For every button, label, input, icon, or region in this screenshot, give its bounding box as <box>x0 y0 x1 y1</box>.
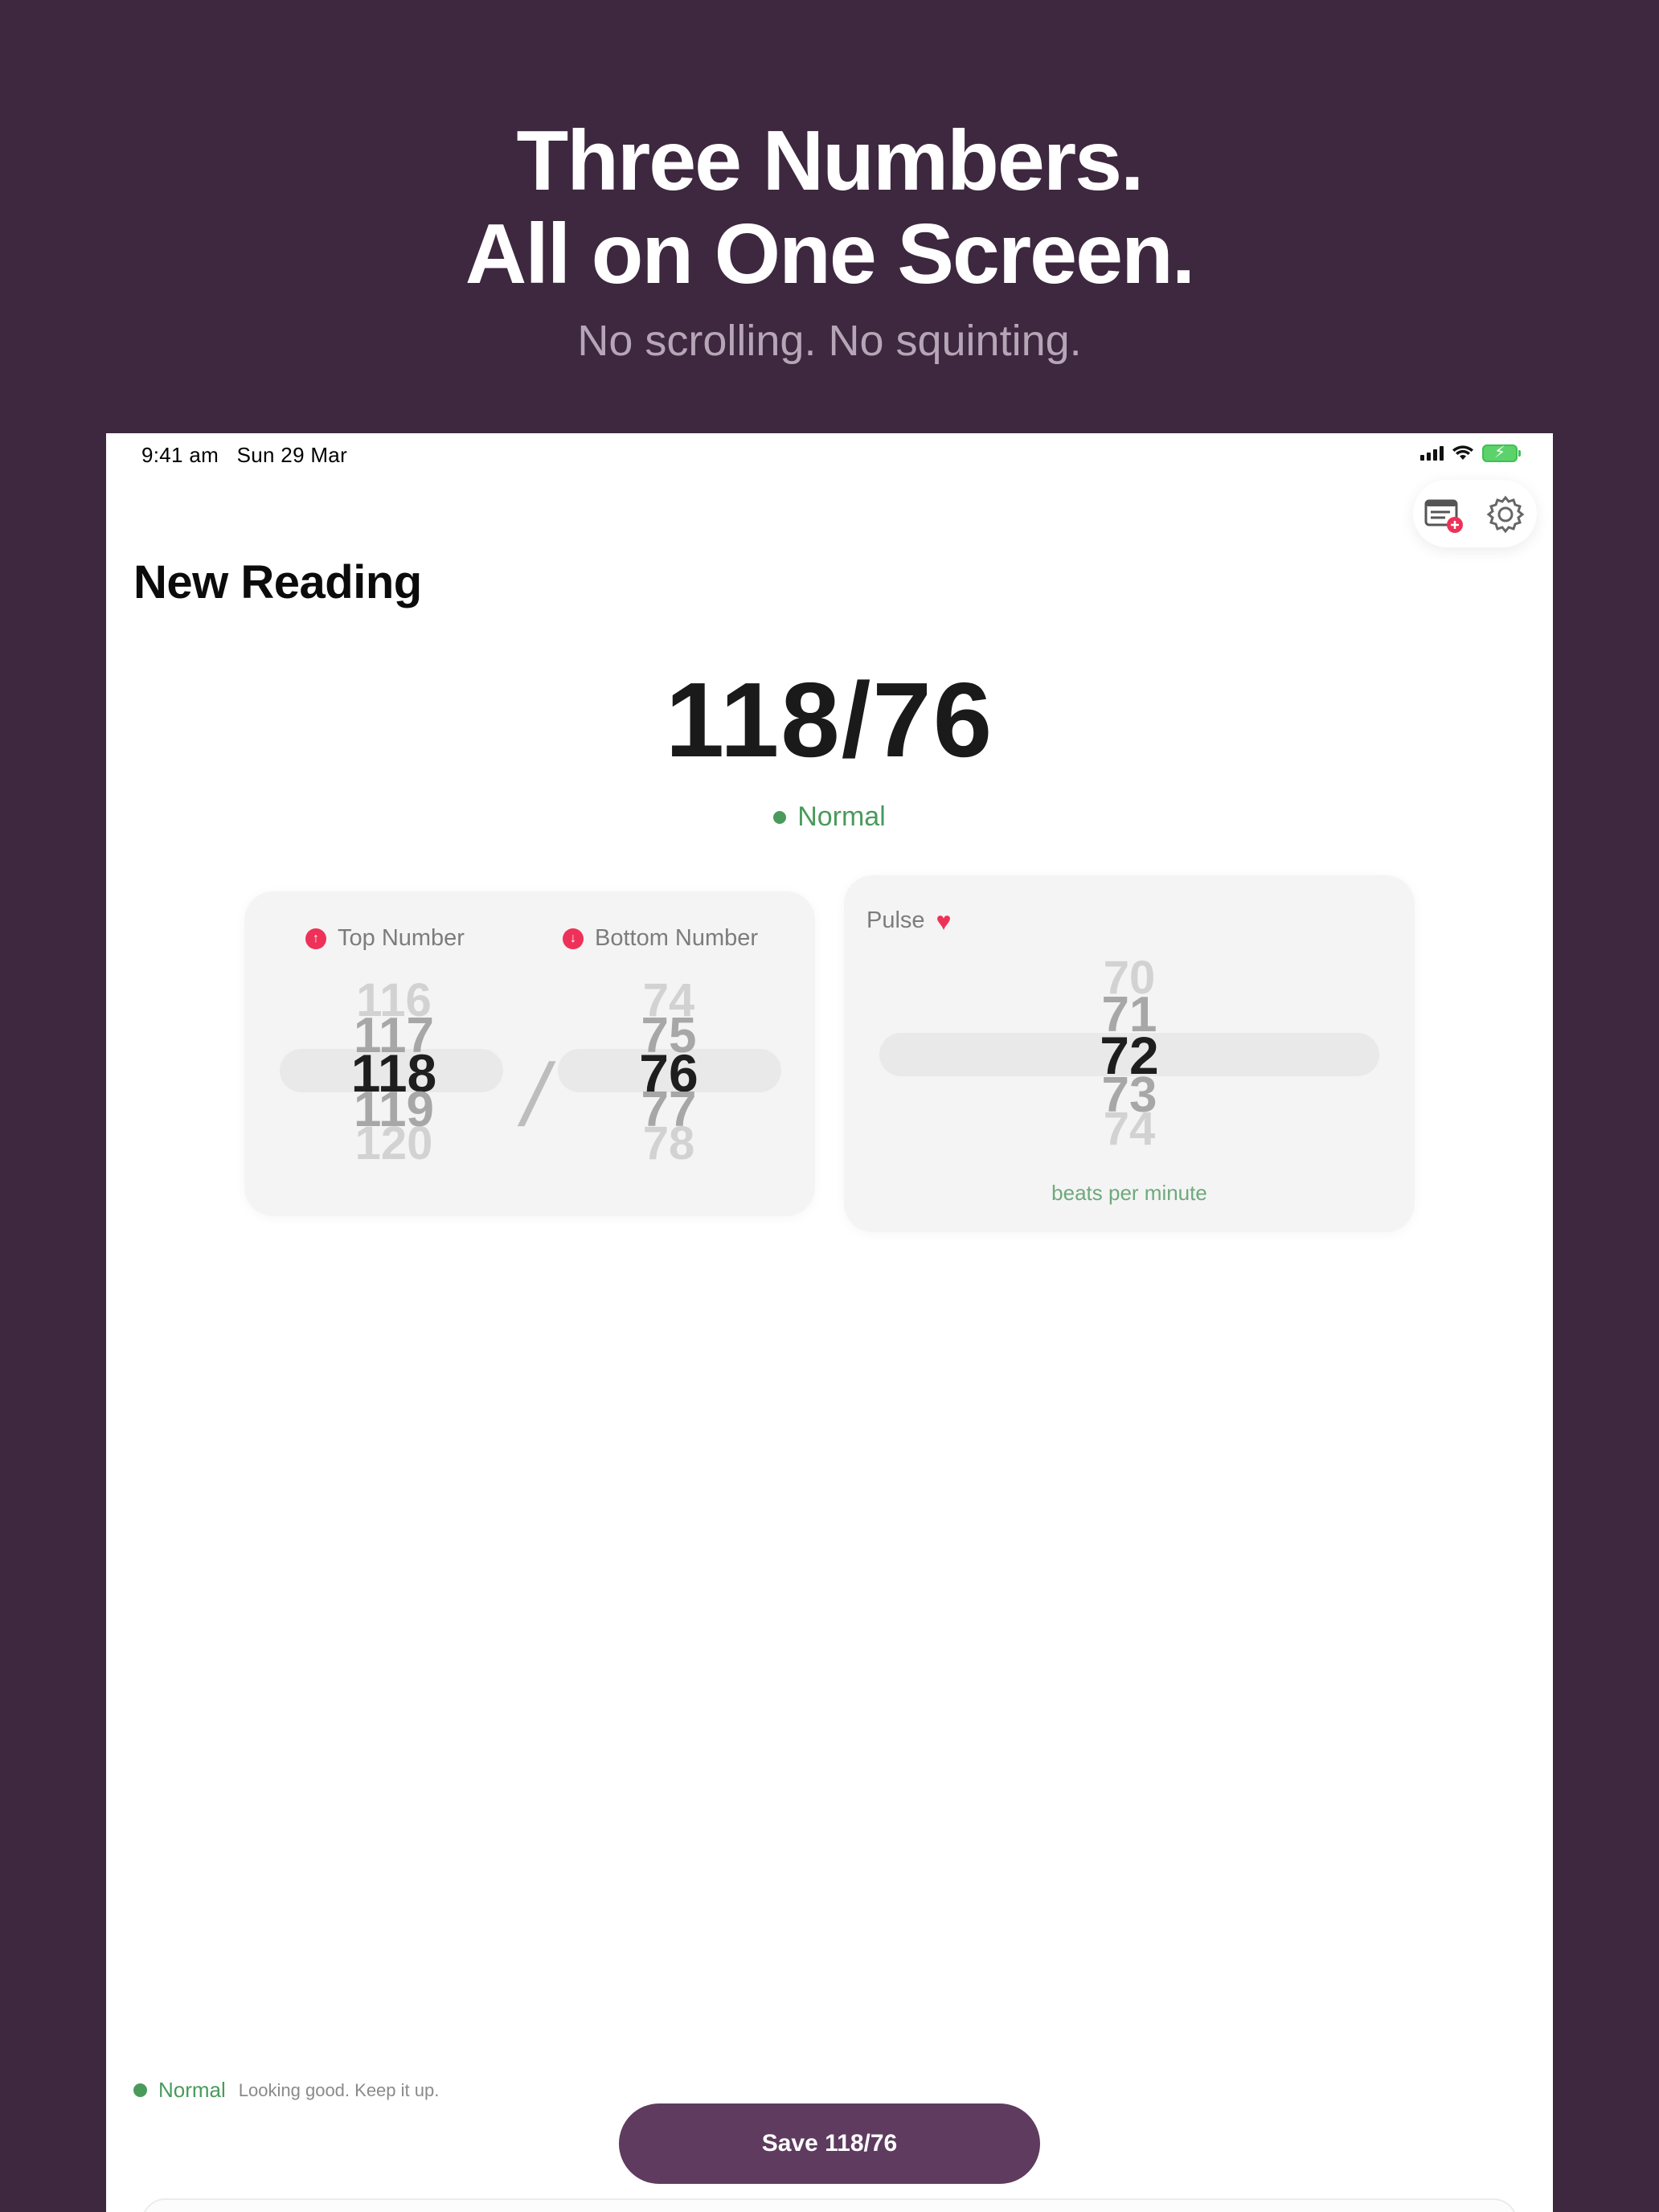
status-bar-icons: ⚡ <box>1420 444 1521 462</box>
top-number-wheel[interactable]: 116 117 118 119 120 <box>283 964 505 1205</box>
pulse-wheel[interactable]: 70 71 72 73 74 <box>1018 948 1240 1189</box>
reading-status: Normal <box>106 801 1553 833</box>
wheel-option[interactable]: 74 <box>1018 1106 1240 1153</box>
blood-pressure-card: ↑ Top Number ↓ Bottom Number 116 117 118… <box>244 891 815 1216</box>
cellular-signal-icon <box>1420 446 1444 461</box>
heart-icon: ♥ <box>936 906 952 936</box>
page-title: New Reading <box>133 556 422 608</box>
wifi-icon <box>1452 445 1473 460</box>
bottom-number-header: ↓ Bottom Number <box>563 925 758 952</box>
promo-subtitle: No scrolling. No squinting. <box>577 317 1082 365</box>
status-dot-icon <box>133 2083 147 2097</box>
footer-status: Normal Looking good. Keep it up. <box>133 2078 439 2103</box>
pulse-card: Pulse ♥ 70 71 72 73 74 beats per minute <box>844 875 1415 1232</box>
arrow-down-icon: ↓ <box>563 928 584 949</box>
top-toolbar <box>1413 480 1537 547</box>
arrow-up-icon: ↑ <box>305 928 326 949</box>
pulse-header: Pulse ♥ <box>866 907 952 934</box>
bottom-number-label: Bottom Number <box>595 925 759 951</box>
status-bar-time: 9:41 am Sun 29 Mar <box>141 443 347 468</box>
bottom-sheet-edge <box>141 2198 1518 2212</box>
promo-header: Three Numbers. All on One Screen. No scr… <box>0 0 1659 433</box>
save-reading-button[interactable]: Save 118/76 <box>619 2103 1040 2184</box>
footer-status-label: Normal <box>158 2078 226 2102</box>
reading-separator: / <box>513 1046 559 1145</box>
status-time: 9:41 am <box>141 443 219 467</box>
wheel-option[interactable]: 120 <box>283 1120 505 1167</box>
device-screen: 9:41 am Sun 29 Mar ⚡ New Reading 118/76 … <box>106 433 1553 2212</box>
status-dot-icon <box>773 810 787 824</box>
footer-status-hint: Looking good. Keep it up. <box>238 2079 440 2100</box>
pulse-label: Pulse <box>866 907 925 933</box>
promo-title-line1: Three Numbers. <box>516 113 1144 208</box>
top-number-header: ↑ Top Number <box>305 925 465 952</box>
wheel-option[interactable]: 78 <box>558 1120 780 1167</box>
gear-icon <box>1486 495 1525 534</box>
battery-charging-icon: ⚡ <box>1482 444 1521 462</box>
promo-title-line2: All on One Screen. <box>465 207 1195 301</box>
current-reading-value: 118/76 <box>665 661 994 779</box>
pulse-unit-label: beats per minute <box>1051 1181 1207 1205</box>
add-to-list-button[interactable] <box>1421 493 1464 536</box>
reading-status-label: Normal <box>797 801 886 832</box>
top-number-label: Top Number <box>338 925 465 951</box>
settings-button[interactable] <box>1484 493 1527 536</box>
reading-list-add-icon <box>1424 499 1463 533</box>
bottom-number-wheel[interactable]: 74 75 76 77 78 <box>558 964 780 1205</box>
status-date: Sun 29 Mar <box>236 443 348 467</box>
